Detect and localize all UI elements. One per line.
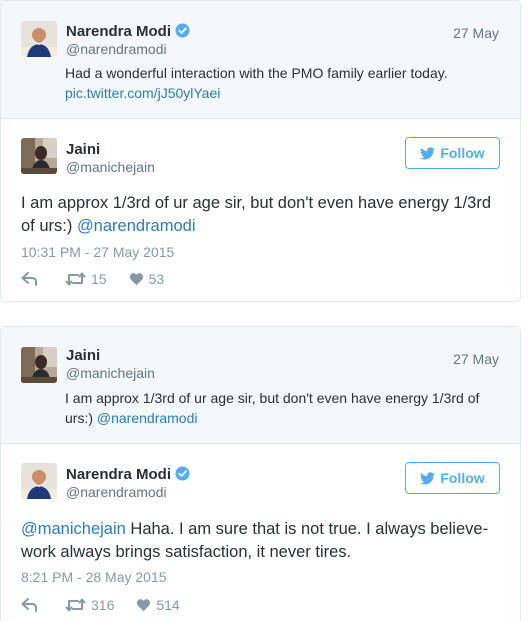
retweet-count: 15 [91,271,107,287]
twitter-bird-icon [420,471,436,484]
follow-button[interactable]: Follow [405,137,500,169]
in-reply-to-context: Jaini @manichejain 27 May I am approx 1/… [1,327,520,444]
tweet-timestamp[interactable]: 8:21 PM - 28 May 2015 [21,568,167,586]
retweet-button[interactable]: 316 [65,597,114,613]
author-name[interactable]: Jaini [66,141,100,159]
like-count: 514 [156,597,180,613]
tweet-timestamp[interactable]: 10:31 PM - 27 May 2015 [21,243,174,261]
heart-icon [137,599,151,612]
reply-button[interactable] [21,598,43,612]
retweet-icon [65,272,86,286]
tweet-actions: 316 514 [21,595,202,615]
avatar-manichejain[interactable] [21,138,57,174]
retweet-count: 316 [91,597,115,613]
tweet-text: I am approx 1/3rd of ur age sir, but don… [21,194,492,235]
verified-badge-icon [175,23,190,38]
like-count: 53 [148,271,165,287]
avatar-narendramodi[interactable] [21,21,57,57]
verified-badge-icon [175,466,190,481]
reply-icon [21,598,37,612]
retweet-button[interactable]: 15 [65,271,107,287]
author-name[interactable]: Narendra Modi [66,466,190,484]
twitter-bird-icon [420,146,436,159]
embedded-tweet-card-2: Jaini @manichejain 27 May I am approx 1/… [0,326,521,621]
author-handle[interactable]: @manichejain [66,158,155,176]
like-button[interactable]: 514 [136,597,180,613]
like-button[interactable]: 53 [129,271,165,287]
tweet-date[interactable]: 27 May [453,350,499,368]
reply-icon [21,272,37,286]
heart-icon [129,273,143,286]
context-tweet-text: I am approx 1/3rd of ur age sir, but don… [65,390,480,426]
author-handle[interactable]: @manichejain [66,364,155,382]
avatar-narendramodi[interactable] [21,463,57,499]
pic-link[interactable]: pic.twitter.com/jJ50ylYaei [65,85,220,101]
follow-button[interactable]: Follow [405,462,500,494]
reply-button[interactable] [21,272,43,286]
follow-label: Follow [440,145,485,161]
author-name[interactable]: Jaini [66,347,100,365]
mention-link[interactable]: @manichejain [21,520,126,538]
author-name[interactable]: Narendra Modi [66,23,190,41]
tweet-date[interactable]: 27 May [453,24,499,42]
in-reply-to-context: Narendra Modi @narendramodi 27 May Had a… [1,1,520,119]
follow-label: Follow [440,470,485,486]
embedded-tweet-card-1: Narendra Modi @narendramodi 27 May Had a… [0,0,521,302]
tweet-text: @manichejain Haha. I am sure that is not… [21,520,489,561]
retweet-icon [65,598,86,612]
mention-link[interactable]: @narendramodi [97,410,198,426]
mention-link[interactable]: @narendramodi [77,217,196,235]
author-handle[interactable]: @narendramodi [66,483,167,501]
tweet-actions: 15 53 [21,269,186,289]
context-tweet-text: Had a wonderful interaction with the PMO… [65,65,448,101]
avatar-manichejain[interactable] [21,347,57,383]
author-handle[interactable]: @narendramodi [66,40,167,58]
